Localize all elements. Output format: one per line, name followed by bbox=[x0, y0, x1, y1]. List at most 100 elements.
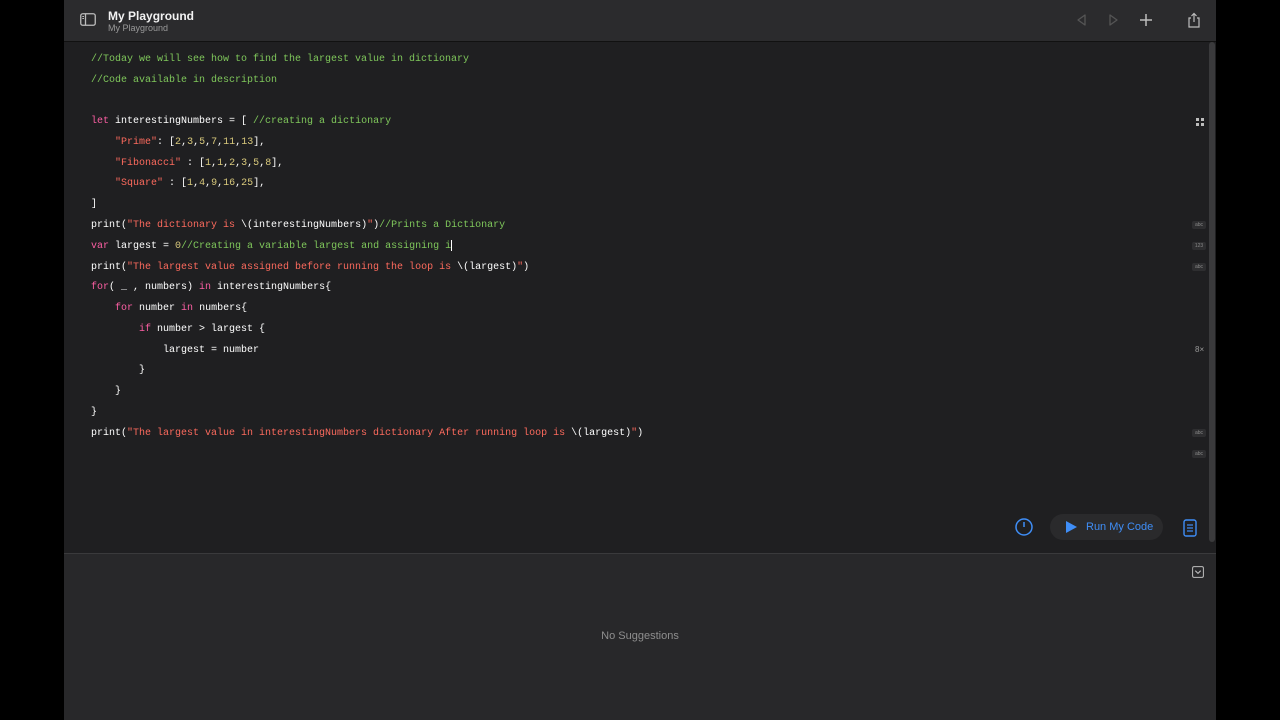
code-text: print( bbox=[91, 428, 128, 439]
interpolation: \(largest) bbox=[571, 428, 632, 439]
code-text: largest = bbox=[109, 241, 176, 252]
keyword: for bbox=[91, 282, 110, 293]
code-line-12[interactable]: for( _ , numbers) in interestingNumbers{ bbox=[91, 278, 331, 298]
code-text: interestingNumbers = [ bbox=[109, 116, 254, 127]
comment: //Code available in description bbox=[91, 75, 278, 86]
number-literal: 1 bbox=[187, 178, 194, 189]
string-literal: "Fibonacci" bbox=[115, 158, 182, 169]
result-badge[interactable]: 123 bbox=[1192, 242, 1206, 250]
number-literal: 1 bbox=[217, 158, 224, 169]
number-literal: 25 bbox=[241, 178, 254, 189]
result-badge[interactable]: abc bbox=[1192, 263, 1206, 271]
document-icon[interactable] bbox=[1182, 519, 1198, 537]
keyword: var bbox=[91, 241, 110, 252]
string-literal: "Prime" bbox=[115, 137, 158, 148]
string-literal: "The largest value in interestingNumbers… bbox=[127, 428, 572, 439]
grid-icon[interactable] bbox=[1196, 118, 1204, 126]
code-text: number > largest { bbox=[151, 324, 266, 335]
code-text: interestingNumbers{ bbox=[211, 282, 332, 293]
number-literal: 16 bbox=[223, 178, 236, 189]
code-text: } bbox=[91, 365, 146, 376]
code-line-6[interactable]: "Fibonacci" : [1,1,2,3,5,8], bbox=[91, 154, 283, 174]
comment: //Prints a Dictionary bbox=[379, 220, 506, 231]
title-bar: My Playground My Playground bbox=[64, 0, 1216, 42]
window-title: My Playground bbox=[108, 9, 195, 23]
number-literal: 3 bbox=[241, 158, 248, 169]
code-editor[interactable]: //Today we will see how to find the larg… bbox=[64, 42, 1208, 553]
back-triangle-icon[interactable] bbox=[1074, 12, 1090, 28]
run-my-code-button[interactable]: Run My Code bbox=[1050, 514, 1163, 540]
sidebar-icon[interactable] bbox=[80, 13, 96, 26]
code-text: } bbox=[91, 407, 98, 418]
interpolation: \(largest) bbox=[457, 262, 518, 273]
chevron-down-icon[interactable] bbox=[1192, 566, 1204, 578]
code-line-7[interactable]: "Square" : [1,4,9,16,25], bbox=[91, 174, 265, 194]
forward-triangle-icon[interactable] bbox=[1105, 12, 1121, 28]
code-text: : [ bbox=[157, 137, 176, 148]
keyword: let bbox=[91, 116, 110, 127]
result-badge[interactable]: abc bbox=[1192, 221, 1206, 229]
code-line-16[interactable]: } bbox=[91, 361, 145, 381]
share-icon[interactable] bbox=[1186, 12, 1202, 28]
keyword: in bbox=[181, 303, 194, 314]
string-literal: "Square" bbox=[115, 178, 164, 189]
code-line-10[interactable]: var largest = 0//Creating a variable lar… bbox=[91, 237, 453, 257]
comment: //Creating a variable largest and assign… bbox=[181, 241, 452, 252]
no-suggestions-text: No Suggestions bbox=[601, 630, 679, 642]
result-badge[interactable]: abc bbox=[1192, 429, 1206, 437]
timer-icon[interactable] bbox=[1014, 517, 1034, 537]
code-text: ] bbox=[91, 199, 98, 210]
string-literal: "The dictionary is bbox=[127, 220, 242, 231]
number-literal: 11 bbox=[223, 137, 236, 148]
number-literal: 5 bbox=[199, 137, 206, 148]
text-cursor bbox=[451, 239, 453, 251]
number-literal: 3 bbox=[187, 137, 194, 148]
code-line-5[interactable]: "Prime": [2,3,5,7,11,13], bbox=[91, 133, 265, 153]
result-count[interactable]: 8× bbox=[1195, 345, 1204, 354]
number-literal: 4 bbox=[199, 178, 206, 189]
code-line-4[interactable]: let interestingNumbers = [ //creating a … bbox=[91, 112, 391, 132]
code-line-9[interactable]: print("The dictionary is \(interestingNu… bbox=[91, 216, 505, 236]
code-line-8[interactable]: ] bbox=[91, 195, 97, 215]
comment: //creating a dictionary bbox=[253, 116, 392, 127]
code-text: ) bbox=[523, 262, 530, 273]
result-badge[interactable]: abc bbox=[1192, 450, 1206, 458]
string-literal: "The largest value assigned before runni… bbox=[127, 262, 458, 273]
number-literal: 7 bbox=[211, 137, 218, 148]
code-text: print( bbox=[91, 262, 128, 273]
number-literal: 2 bbox=[229, 158, 236, 169]
code-text: } bbox=[91, 386, 122, 397]
code-line-19[interactable]: print("The largest value in interestingN… bbox=[91, 424, 643, 444]
keyword: for bbox=[115, 303, 134, 314]
code-text: largest = number bbox=[91, 345, 260, 356]
code-line-18[interactable]: } bbox=[91, 403, 97, 423]
suggestions-panel: No Suggestions bbox=[64, 554, 1216, 720]
code-line-15[interactable]: largest = number bbox=[91, 341, 259, 361]
number-literal: 13 bbox=[241, 137, 254, 148]
code-line-13[interactable]: for number in numbers{ bbox=[91, 299, 247, 319]
code-text: ( _ , numbers) bbox=[109, 282, 200, 293]
code-text: ], bbox=[253, 137, 266, 148]
code-line-11[interactable]: print("The largest value assigned before… bbox=[91, 258, 529, 278]
code-text: ) bbox=[637, 428, 644, 439]
code-text: number bbox=[133, 303, 182, 314]
play-icon bbox=[1066, 521, 1077, 533]
code-line-14[interactable]: if number > largest { bbox=[91, 320, 265, 340]
keyword: if bbox=[139, 324, 152, 335]
number-literal: 1 bbox=[205, 158, 212, 169]
code-line-2[interactable]: //Code available in description bbox=[91, 71, 277, 91]
interpolation: \(interestingNumbers) bbox=[241, 220, 368, 231]
keyword: in bbox=[199, 282, 212, 293]
run-button-label: Run My Code bbox=[1086, 521, 1154, 533]
plus-icon[interactable] bbox=[1138, 12, 1154, 28]
code-text: : [ bbox=[163, 178, 188, 189]
code-text: : [ bbox=[181, 158, 206, 169]
code-line-17[interactable]: } bbox=[91, 382, 121, 402]
editor-scrollbar[interactable] bbox=[1209, 42, 1215, 542]
code-text: ], bbox=[271, 158, 284, 169]
code-line-1[interactable]: //Today we will see how to find the larg… bbox=[91, 50, 469, 70]
